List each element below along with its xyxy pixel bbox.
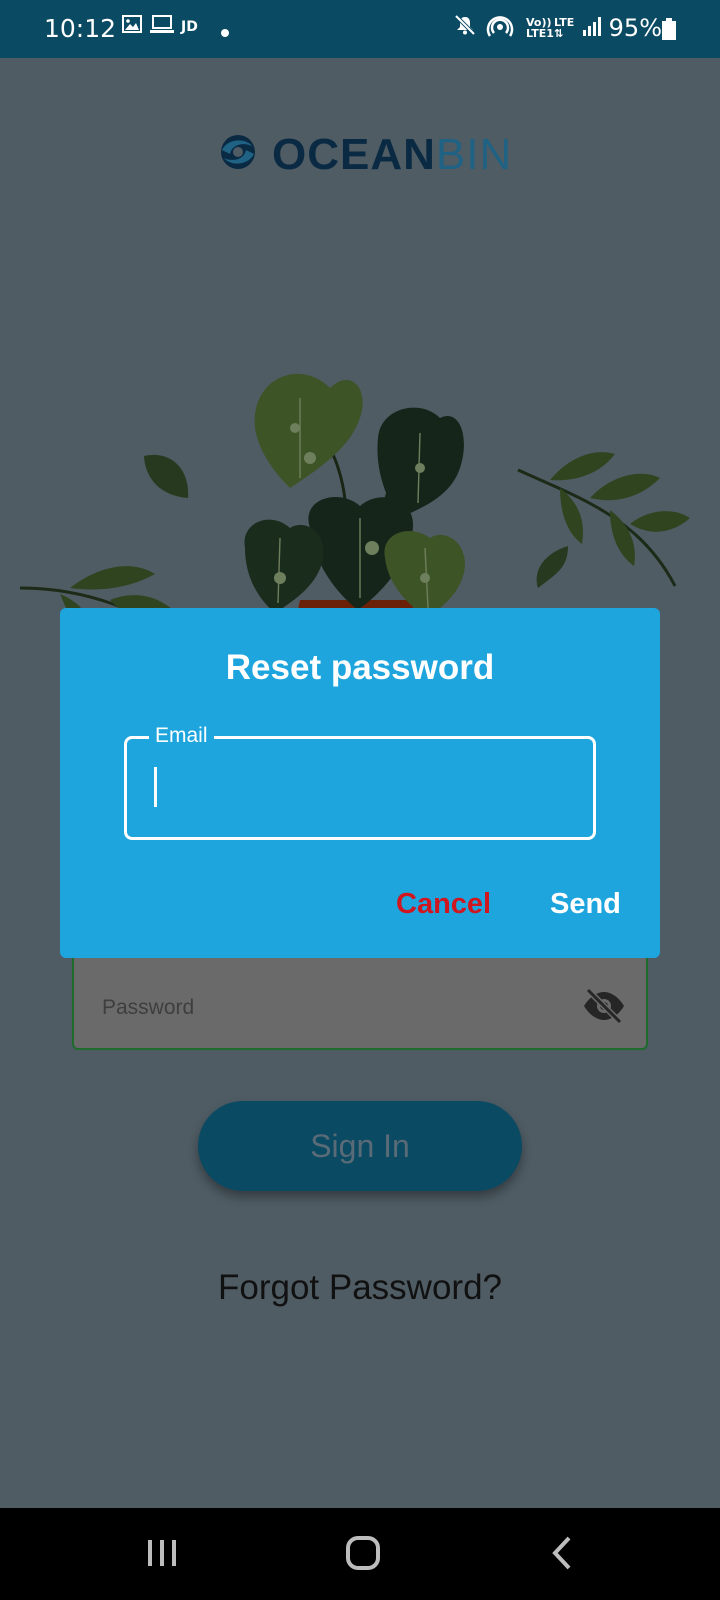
back-icon[interactable] (533, 1528, 593, 1578)
dialog-title: Reset password (225, 648, 495, 687)
status-bar: 10:12 JD Vo)) LTE1 LTE ⇅ 95% (0, 0, 720, 58)
visibility-off-icon[interactable] (582, 987, 626, 1025)
email-label: Email (149, 723, 214, 749)
dot-icon (221, 24, 229, 42)
status-time: 10:12 (44, 14, 117, 43)
battery-percent: 95% (608, 14, 662, 42)
app-logo: OCEANBIN (216, 128, 516, 179)
email-field[interactable]: Email (124, 723, 596, 840)
password-placeholder: Password (102, 996, 195, 1019)
text-cursor (154, 767, 157, 807)
image-icon (122, 14, 142, 39)
send-button[interactable]: Send (550, 888, 621, 921)
laptop-icon (150, 14, 174, 39)
navigation-bar (0, 1508, 720, 1600)
hotspot-icon (486, 14, 514, 43)
signal-icon (582, 16, 602, 41)
forgot-password-link[interactable]: Forgot Password? (0, 1268, 720, 1308)
battery-icon (662, 18, 676, 45)
password-field[interactable]: Password (72, 958, 648, 1050)
logo-text-ocean: OCEAN (272, 130, 436, 179)
email-input[interactable] (137, 749, 587, 827)
cancel-button[interactable]: Cancel (396, 888, 491, 921)
home-icon[interactable] (333, 1528, 393, 1578)
lte-icon: LTE ⇅ (554, 16, 575, 40)
jio-icon: JD (181, 19, 198, 35)
oceanbin-logo-icon (221, 135, 255, 169)
recent-apps-icon[interactable] (132, 1528, 192, 1578)
mute-icon (454, 14, 476, 41)
volte-icon: Vo)) LTE1 (526, 16, 554, 40)
reset-password-dialog: Reset password Email Cancel Send (60, 608, 660, 958)
logo-text-bin: BIN (435, 130, 513, 179)
sign-in-button[interactable]: Sign In (198, 1101, 522, 1191)
